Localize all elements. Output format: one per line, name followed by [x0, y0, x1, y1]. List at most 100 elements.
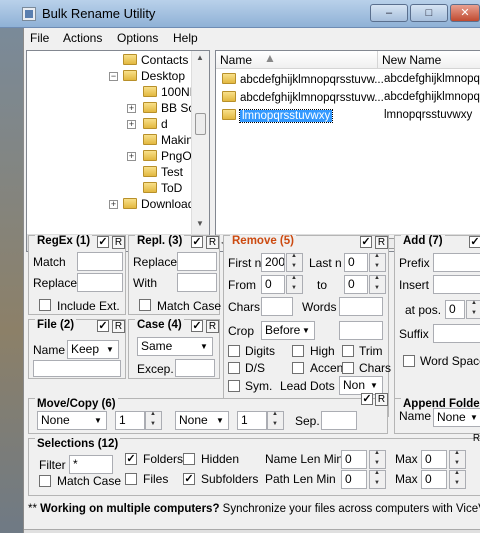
prefix-input[interactable] [433, 253, 480, 272]
repl-with-input[interactable] [177, 273, 217, 292]
file-list[interactable]: Name ▲ New Name abcdefghijklmnopqrsstuvw.… [215, 50, 480, 252]
move-copy-count-spinner[interactable] [145, 411, 162, 430]
append-name-dropdown[interactable]: None ▼ [433, 408, 480, 427]
menu-options[interactable]: Options [117, 31, 158, 45]
folder-tree[interactable]: Contacts − Desktop 100ND + BB So + d Mak… [26, 50, 210, 252]
chars-checkbox[interactable] [342, 362, 354, 374]
first-n-spinner[interactable] [286, 253, 303, 272]
sep-input[interactable] [321, 411, 357, 430]
repl-match-case-checkbox[interactable] [139, 299, 151, 311]
path-len-max-spinner[interactable] [449, 470, 466, 489]
name-len-min-spinner[interactable] [369, 450, 386, 469]
repl-reset-button[interactable]: R [206, 236, 219, 249]
crop-dropdown[interactable]: Before ▼ [261, 321, 315, 340]
collapse-icon[interactable]: − [109, 72, 118, 81]
expand-icon[interactable]: + [109, 200, 118, 209]
maximize-button[interactable]: □ [410, 4, 448, 22]
file-row-selected[interactable]: lmnopqrsstuvwxy [222, 109, 334, 123]
expand-icon[interactable]: + [127, 152, 136, 161]
tree-item-bbso[interactable]: BB So [143, 101, 195, 115]
insert-input[interactable] [433, 275, 480, 294]
from-spinner[interactable] [286, 275, 303, 294]
remove-enable-checkbox[interactable]: ✓ [360, 236, 372, 248]
move-copy-count2-spinner[interactable] [267, 411, 284, 430]
move-copy-enable-checkbox[interactable]: ✓ [361, 393, 373, 405]
hidden-checkbox[interactable] [183, 453, 195, 465]
file-name-dropdown[interactable]: Keep ▼ [67, 340, 119, 359]
include-ext-checkbox[interactable] [39, 299, 51, 311]
remove-reset-button[interactable]: R [375, 236, 388, 249]
move-copy-count2-input[interactable]: 1 [237, 411, 267, 430]
sym-checkbox[interactable] [228, 380, 240, 392]
words-input[interactable] [339, 297, 383, 316]
case-dropdown[interactable]: Same ▼ [137, 337, 213, 356]
case-excep-input[interactable] [175, 359, 215, 377]
accents-checkbox[interactable] [292, 362, 304, 374]
move-copy-reset-button[interactable]: R [375, 393, 388, 406]
word-space-checkbox[interactable] [403, 355, 415, 367]
menu-actions[interactable]: Actions [63, 31, 102, 45]
column-header-new-name[interactable]: New Name [378, 51, 480, 69]
tree-item-test[interactable]: Test [143, 165, 183, 179]
regex-reset-button[interactable]: R [112, 236, 125, 249]
regex-match-input[interactable] [77, 252, 123, 271]
path-len-min-input[interactable]: 0 [341, 470, 367, 489]
tree-item-d[interactable]: d [143, 117, 168, 131]
to-input[interactable]: 0 [344, 275, 368, 294]
suffix-input[interactable] [433, 324, 480, 343]
high-checkbox[interactable] [292, 345, 304, 357]
tree-item-desktop[interactable]: Desktop [123, 69, 185, 83]
case-reset-button[interactable]: R [206, 320, 219, 333]
regex-enable-checkbox[interactable]: ✓ [97, 236, 109, 248]
digits-checkbox[interactable] [228, 345, 240, 357]
column-header-name[interactable]: Name ▲ [216, 51, 378, 69]
ds-checkbox[interactable] [228, 362, 240, 374]
at-pos-input[interactable]: 0 [445, 300, 465, 319]
subfolders-checkbox[interactable]: ✓ [183, 473, 195, 485]
file-name-input[interactable] [33, 360, 121, 377]
scroll-up-icon[interactable]: ▲ [196, 53, 204, 62]
file-reset-button[interactable]: R [112, 320, 125, 333]
repl-enable-checkbox[interactable]: ✓ [191, 236, 203, 248]
menu-file[interactable]: File [30, 31, 49, 45]
filter-input[interactable]: * [69, 455, 113, 474]
repl-replace-input[interactable] [177, 252, 217, 271]
case-enable-checkbox[interactable]: ✓ [191, 320, 203, 332]
tree-item-tod[interactable]: ToD [143, 181, 182, 195]
menu-help[interactable]: Help [173, 31, 198, 45]
to-spinner[interactable] [369, 275, 386, 294]
move-copy-mode-dropdown[interactable]: None ▼ [37, 411, 107, 430]
name-len-max-input[interactable]: 0 [421, 450, 447, 469]
expand-icon[interactable]: + [127, 120, 136, 129]
last-n-input[interactable]: 0 [344, 253, 368, 272]
tree-item-download[interactable]: Download [123, 197, 194, 211]
scroll-down-icon[interactable]: ▼ [196, 219, 204, 228]
file-row[interactable]: abcdefghijklmnopqrsstuvw... [222, 91, 384, 104]
scroll-thumb[interactable] [195, 113, 206, 135]
crop-text-input[interactable] [339, 321, 383, 340]
close-button[interactable]: ✕ [450, 4, 480, 22]
tree-vertical-scrollbar[interactable]: ▲ ▼ [191, 51, 209, 234]
name-len-min-input[interactable]: 0 [341, 450, 367, 469]
tree-item-makin[interactable]: Makin [143, 133, 193, 147]
from-input[interactable]: 0 [261, 275, 285, 294]
promo-rest[interactable]: Synchronize your files across computers … [219, 503, 480, 515]
selections-reset-button[interactable]: R [470, 433, 480, 446]
move-copy-mode2-dropdown[interactable]: None ▼ [175, 411, 229, 430]
expand-icon[interactable]: + [127, 104, 136, 113]
trim-checkbox[interactable] [342, 345, 354, 357]
file-row[interactable]: abcdefghijklmnopqrsstuvw... [222, 73, 384, 86]
selections-match-case-checkbox[interactable] [39, 475, 51, 487]
minimize-button[interactable]: – [370, 4, 408, 22]
last-n-spinner[interactable] [369, 253, 386, 272]
path-len-min-spinner[interactable] [369, 470, 386, 489]
chars-input[interactable] [261, 297, 293, 316]
file-enable-checkbox[interactable]: ✓ [97, 320, 109, 332]
path-len-max-input[interactable]: 0 [421, 470, 447, 489]
regex-replace-input[interactable] [77, 273, 123, 292]
tree-item-contacts[interactable]: Contacts [123, 53, 188, 67]
name-len-max-spinner[interactable] [449, 450, 466, 469]
move-copy-count-input[interactable]: 1 [115, 411, 145, 430]
add-enable-checkbox[interactable]: ✓ [469, 236, 480, 248]
folders-checkbox[interactable]: ✓ [125, 453, 137, 465]
